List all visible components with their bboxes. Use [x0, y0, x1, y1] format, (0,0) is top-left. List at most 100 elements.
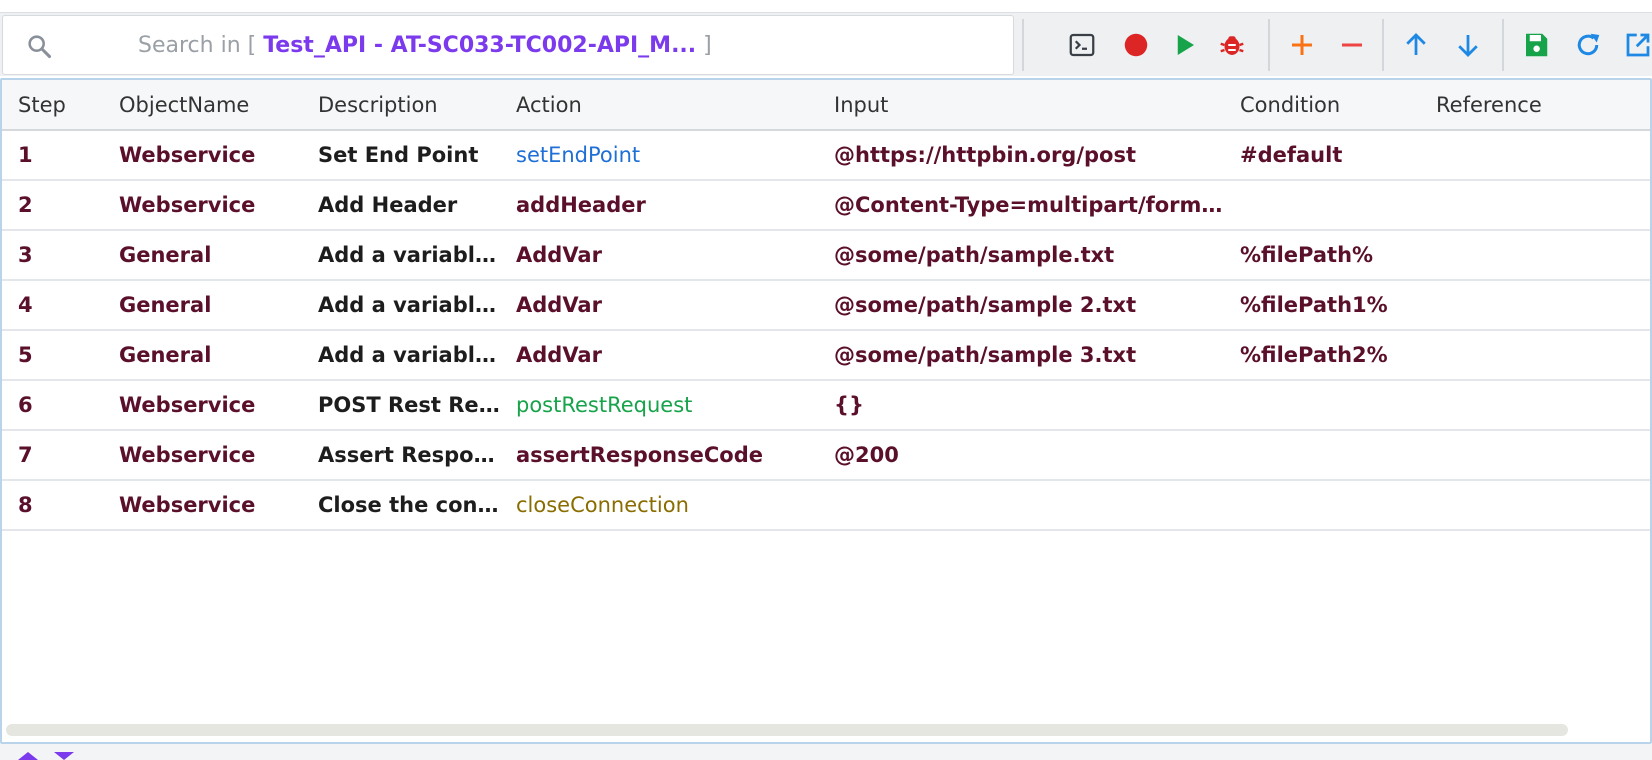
cell-input[interactable]: @some/path/sample.txt	[818, 230, 1224, 280]
cell-description[interactable]: Add Header	[302, 180, 500, 230]
cell-step[interactable]: 2	[2, 180, 103, 230]
cell-description[interactable]: Add a variable t...	[302, 230, 500, 280]
record-icon	[1124, 33, 1148, 57]
move-down-button[interactable]	[1450, 27, 1486, 63]
search-placeholder: Search in [ Test_API - AT-SC033-TC002-AP…	[138, 32, 712, 60]
cell-condition[interactable]	[1224, 180, 1420, 230]
cell-input[interactable]: {}	[818, 380, 1224, 430]
column-header-description[interactable]: Description	[302, 80, 500, 131]
cell-description[interactable]: Add a variable t...	[302, 330, 500, 380]
search-scope: Test_API - AT-SC033-TC002-API_M...	[263, 33, 697, 58]
cell-reference[interactable]	[1420, 230, 1650, 280]
steps-table: Step ObjectName Description Action Input…	[2, 80, 1650, 531]
table-row[interactable]: 5 General Add a variable t... AddVar @so…	[2, 330, 1650, 380]
expand-up-icon[interactable]	[18, 752, 38, 760]
open-external-button[interactable]	[1620, 27, 1652, 63]
toolbar-separator	[1502, 19, 1504, 71]
cell-objectname[interactable]: Webservice	[103, 180, 302, 230]
cell-step[interactable]: 5	[2, 330, 103, 380]
cell-condition[interactable]: #default	[1224, 130, 1420, 180]
cell-input[interactable]: @200	[818, 430, 1224, 480]
resize-handle[interactable]	[812, 753, 840, 759]
column-header-objectname[interactable]: ObjectName	[103, 80, 302, 131]
cell-action[interactable]: closeConnection	[500, 480, 818, 530]
cell-input[interactable]: @https://httpbin.org/post	[818, 130, 1224, 180]
column-header-reference[interactable]: Reference	[1420, 80, 1650, 131]
cell-reference[interactable]	[1420, 330, 1650, 380]
cell-action[interactable]: AddVar	[500, 280, 818, 330]
cell-objectname[interactable]: Webservice	[103, 380, 302, 430]
cell-action[interactable]: assertResponseCode	[500, 430, 818, 480]
arrow-up-icon	[1406, 33, 1426, 55]
cell-reference[interactable]	[1420, 180, 1650, 230]
table-row[interactable]: 6 Webservice POST Rest Req... postRestRe…	[2, 380, 1650, 430]
record-button[interactable]	[1118, 27, 1154, 63]
cell-step[interactable]: 4	[2, 280, 103, 330]
table-row[interactable]: 4 General Add a variable t... AddVar @so…	[2, 280, 1650, 330]
cell-input[interactable]	[818, 480, 1224, 530]
column-header-action[interactable]: Action	[500, 80, 818, 131]
bug-icon	[1220, 36, 1244, 55]
cell-condition[interactable]	[1224, 380, 1420, 430]
cell-description[interactable]: Close the conne...	[302, 480, 500, 530]
table-row[interactable]: 8 Webservice Close the conne... closeCon…	[2, 480, 1650, 530]
add-step-button[interactable]	[1284, 27, 1320, 63]
cell-action[interactable]: addHeader	[500, 180, 818, 230]
cell-action[interactable]: AddVar	[500, 230, 818, 280]
cell-condition[interactable]	[1224, 480, 1420, 530]
arrow-down-icon	[1458, 35, 1478, 57]
cell-reference[interactable]	[1420, 480, 1650, 530]
save-button[interactable]	[1518, 27, 1554, 63]
bottom-bar	[0, 744, 1652, 760]
cell-step[interactable]: 3	[2, 230, 103, 280]
collapse-down-icon[interactable]	[54, 752, 74, 760]
horizontal-scrollbar[interactable]	[6, 724, 1568, 736]
cell-objectname[interactable]: General	[103, 280, 302, 330]
cell-step[interactable]: 1	[2, 130, 103, 180]
table-row[interactable]: 2 Webservice Add Header addHeader @Conte…	[2, 180, 1650, 230]
table-header-row: Step ObjectName Description Action Input…	[2, 80, 1650, 131]
table-row[interactable]: 7 Webservice Assert Respons... assertRes…	[2, 430, 1650, 480]
console-icon	[1069, 33, 1095, 57]
cell-objectname[interactable]: Webservice	[103, 130, 302, 180]
cell-reference[interactable]	[1420, 280, 1650, 330]
cell-objectname[interactable]: General	[103, 330, 302, 380]
debug-button[interactable]	[1214, 27, 1250, 63]
cell-description[interactable]: Add a variable t...	[302, 280, 500, 330]
cell-action[interactable]: AddVar	[500, 330, 818, 380]
move-up-button[interactable]	[1398, 27, 1434, 63]
cell-action[interactable]: postRestRequest	[500, 380, 818, 430]
cell-reference[interactable]	[1420, 380, 1650, 430]
cell-step[interactable]: 6	[2, 380, 103, 430]
cell-objectname[interactable]: Webservice	[103, 430, 302, 480]
search-input[interactable]: Search in [ Test_API - AT-SC033-TC002-AP…	[2, 15, 1014, 75]
column-header-condition[interactable]: Condition	[1224, 80, 1420, 131]
cell-objectname[interactable]: General	[103, 230, 302, 280]
cell-objectname[interactable]: Webservice	[103, 480, 302, 530]
cell-step[interactable]: 8	[2, 480, 103, 530]
cell-reference[interactable]	[1420, 130, 1650, 180]
remove-step-button[interactable]	[1334, 27, 1370, 63]
table-row[interactable]: 3 General Add a variable t... AddVar @so…	[2, 230, 1650, 280]
cell-reference[interactable]	[1420, 430, 1650, 480]
cell-description[interactable]: Assert Respons...	[302, 430, 500, 480]
console-button[interactable]	[1064, 27, 1100, 63]
cell-action[interactable]: setEndPoint	[500, 130, 818, 180]
cell-description[interactable]: POST Rest Req...	[302, 380, 500, 430]
refresh-button[interactable]	[1570, 27, 1606, 63]
column-header-input[interactable]: Input	[818, 80, 1224, 131]
column-header-step[interactable]: Step	[2, 80, 103, 131]
run-button[interactable]	[1166, 27, 1202, 63]
cell-input[interactable]: @Content-Type=multipart/form-data	[818, 180, 1224, 230]
cell-step[interactable]: 7	[2, 430, 103, 480]
cell-input[interactable]: @some/path/sample 3.txt	[818, 330, 1224, 380]
plus-icon	[1292, 35, 1312, 55]
cell-condition[interactable]: %filePath2%	[1224, 330, 1420, 380]
cell-description[interactable]: Set End Point	[302, 130, 500, 180]
cell-condition[interactable]	[1224, 430, 1420, 480]
cell-condition[interactable]: %filePath1%	[1224, 280, 1420, 330]
cell-condition[interactable]: %filePath%	[1224, 230, 1420, 280]
table-row[interactable]: 1 Webservice Set End Point setEndPoint @…	[2, 130, 1650, 180]
toolbar-separator	[1382, 19, 1384, 71]
cell-input[interactable]: @some/path/sample 2.txt	[818, 280, 1224, 330]
